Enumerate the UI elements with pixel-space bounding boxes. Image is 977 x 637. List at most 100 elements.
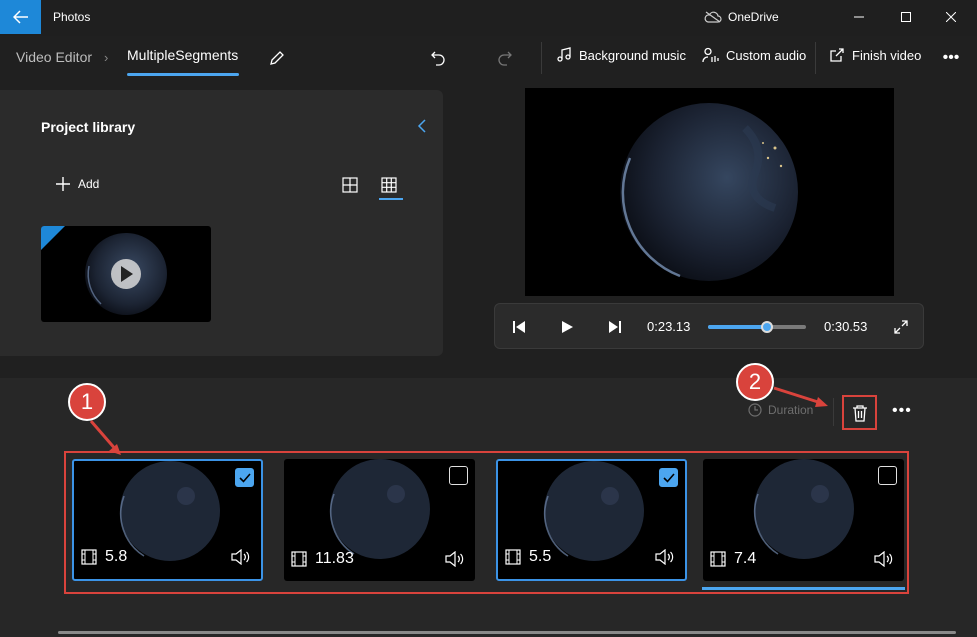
clip-checkbox[interactable]: [878, 466, 897, 485]
callout-1-arrow: [89, 420, 121, 455]
delete-clip-button[interactable]: [842, 395, 877, 430]
breadcrumb-video-editor[interactable]: Video Editor: [16, 49, 92, 65]
grid-small-icon: [381, 177, 397, 193]
earth-thumbnail-image: [85, 233, 167, 315]
trash-icon: [852, 404, 867, 422]
film-strip-icon: [291, 551, 307, 567]
film-strip-icon: [505, 549, 521, 565]
onedrive-label: OneDrive: [728, 10, 779, 24]
callout-2-arrow: [773, 386, 828, 407]
person-audio-icon: [702, 47, 719, 63]
seek-bar-thumb[interactable]: [761, 321, 773, 333]
grid-large-icon: [342, 177, 358, 193]
music-note-icon: [557, 47, 571, 62]
selection-corner-marker: [41, 226, 65, 250]
chevron-right-icon: ›: [104, 50, 109, 65]
plus-icon: [56, 177, 70, 191]
clip-duration: 5.8: [81, 548, 127, 566]
skip-back-icon: [513, 321, 525, 333]
breadcrumb-underline: [127, 73, 239, 76]
close-button[interactable]: [931, 5, 971, 29]
editor-toolbar: Video Editor › MultipleSegments Backgrou…: [0, 36, 977, 80]
total-time: 0:30.53: [824, 319, 868, 334]
current-time: 0:23.13: [647, 319, 691, 334]
minimize-icon: [854, 16, 864, 18]
chevron-left-icon: [417, 119, 426, 133]
close-icon: [946, 12, 956, 22]
play-button[interactable]: [558, 318, 576, 336]
play-icon: [562, 321, 573, 333]
clip-3[interactable]: 5.5: [496, 459, 687, 581]
earth-preview-image: [620, 103, 798, 281]
clip-duration: 7.4: [710, 550, 756, 568]
add-media-button[interactable]: Add: [56, 177, 99, 191]
rename-button[interactable]: [265, 46, 289, 70]
back-button[interactable]: [0, 0, 41, 34]
project-library-panel: Project library Add: [0, 90, 443, 356]
playback-controls: 0:23.13 0:30.53: [494, 303, 924, 349]
previous-frame-button[interactable]: [510, 318, 528, 336]
clip-2[interactable]: 11.83: [284, 459, 475, 581]
pencil-icon: [270, 51, 284, 65]
volume-icon[interactable]: [231, 549, 251, 565]
toolbar-divider: [541, 42, 542, 74]
clip-checkbox[interactable]: [449, 466, 468, 485]
small-grid-view-button[interactable]: [380, 176, 398, 194]
background-music-button[interactable]: Background music: [556, 47, 686, 63]
active-view-indicator: [379, 198, 403, 200]
project-library-title: Project library: [41, 119, 136, 135]
finish-video-button[interactable]: Finish video: [829, 47, 921, 63]
clip-duration-value: 5.8: [105, 548, 128, 565]
app-title: Photos: [53, 10, 91, 24]
film-strip-icon: [81, 549, 97, 565]
volume-icon[interactable]: [874, 551, 894, 567]
toolbar-divider: [815, 42, 816, 74]
video-preview[interactable]: [525, 88, 894, 296]
large-grid-view-button[interactable]: [341, 176, 359, 194]
maximize-icon: [901, 12, 911, 22]
breadcrumb-project-name: MultipleSegments: [127, 47, 239, 63]
redo-icon: [498, 51, 512, 66]
title-bar: Photos OneDrive: [0, 0, 977, 36]
clip-duration-value: 7.4: [734, 550, 757, 567]
collapse-library-button[interactable]: [414, 117, 430, 135]
skip-forward-icon: [609, 321, 621, 333]
next-frame-button[interactable]: [606, 318, 624, 336]
clip-duration: 5.5: [505, 548, 551, 566]
storyboard-panel: Duration ••• 5.8 11.83 5.5 7.4: [0, 378, 977, 637]
undo-icon: [431, 51, 445, 66]
back-arrow-icon: [12, 10, 28, 24]
onedrive-status[interactable]: OneDrive: [704, 10, 779, 24]
clips-highlight-box: 5.8 11.83 5.5 7.4: [64, 451, 909, 594]
clip-checkbox[interactable]: [659, 468, 678, 487]
horizontal-scrollbar[interactable]: [58, 631, 956, 634]
callout-1-badge: 1: [68, 383, 106, 421]
checkmark-icon: [662, 472, 675, 483]
checkmark-icon: [238, 472, 251, 483]
custom-audio-button[interactable]: Custom audio: [702, 47, 806, 63]
clip-duration: 11.83: [291, 550, 354, 568]
expand-icon: [894, 320, 908, 334]
background-music-label: Background music: [579, 47, 686, 63]
clip-1[interactable]: 5.8: [72, 459, 263, 581]
library-video-thumbnail[interactable]: [41, 226, 211, 322]
add-label: Add: [78, 177, 100, 191]
clip-checkbox[interactable]: [235, 468, 254, 487]
seek-bar-progress: [708, 325, 767, 329]
callout-2-badge: 2: [736, 363, 774, 401]
redo-button[interactable]: [493, 46, 517, 70]
active-clip-indicator: [702, 587, 905, 590]
fullscreen-button[interactable]: [892, 318, 910, 336]
cloud-offline-icon: [704, 11, 722, 23]
volume-icon[interactable]: [445, 551, 465, 567]
finish-video-label: Finish video: [852, 47, 922, 63]
more-options-icon[interactable]: •••: [939, 46, 963, 70]
maximize-button[interactable]: [886, 5, 926, 29]
clock-icon: [748, 403, 762, 417]
clip-4[interactable]: 7.4: [703, 459, 904, 581]
undo-button[interactable]: [426, 46, 450, 70]
minimize-button[interactable]: [839, 5, 879, 29]
volume-icon[interactable]: [655, 549, 675, 565]
share-export-icon: [830, 48, 844, 62]
storyboard-more-icon[interactable]: •••: [892, 402, 912, 420]
